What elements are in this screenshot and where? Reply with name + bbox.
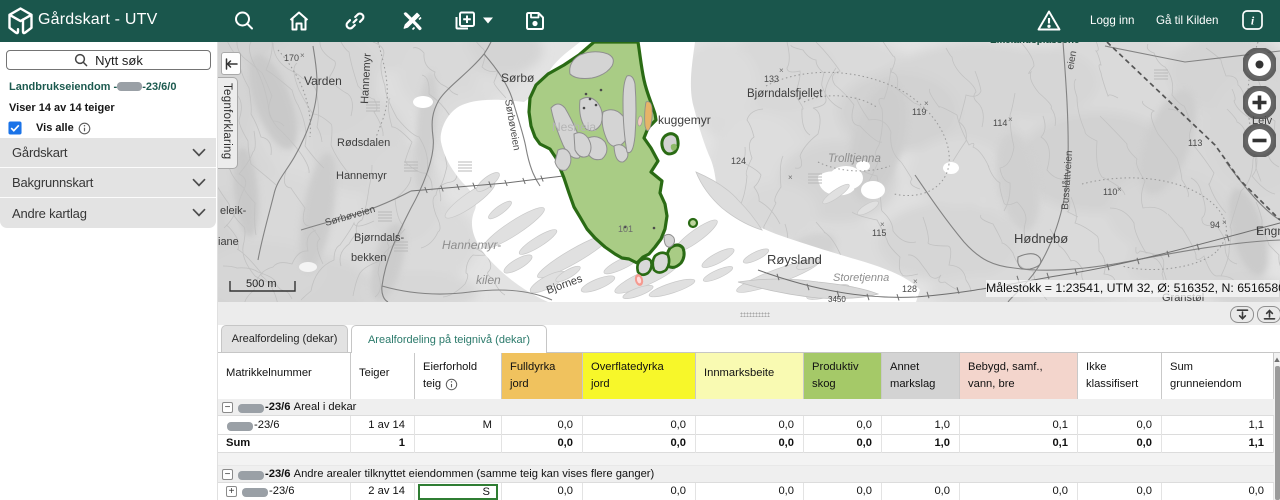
svg-text:Hannemyr-: Hannemyr- <box>442 238 501 252</box>
svg-text:i: i <box>1251 14 1255 28</box>
svg-text:115: 115 <box>872 228 886 238</box>
svg-text:3450: 3450 <box>828 295 846 302</box>
svg-text:×: × <box>1117 185 1122 194</box>
svg-text:×: × <box>924 99 929 108</box>
svg-text:133: 133 <box>764 74 779 84</box>
svg-text:kuggemyr: kuggemyr <box>658 113 711 127</box>
svg-text:Eikelandsplassene: Eikelandsplassene <box>990 42 1080 46</box>
svg-text:×: × <box>880 220 885 229</box>
svg-text:500 m: 500 m <box>246 278 277 290</box>
svg-text:Sørbø: Sørbø <box>501 71 535 85</box>
svg-text:124: 124 <box>731 156 746 166</box>
svg-text:×: × <box>300 51 305 60</box>
svg-text:iane: iane <box>218 236 239 248</box>
svg-text:110: 110 <box>1103 187 1117 197</box>
svg-text:×: × <box>1222 218 1227 227</box>
svg-text:kilen: kilen <box>476 273 501 287</box>
svg-text:Nesheia: Nesheia <box>552 120 596 134</box>
svg-text:119: 119 <box>912 107 926 117</box>
svg-text:Røysland: Røysland <box>767 252 822 267</box>
svg-text:Hannemyr: Hannemyr <box>336 170 387 182</box>
svg-text:Storetjenna: Storetjenna <box>833 272 889 284</box>
svg-text:Rødsdalen: Rødsdalen <box>337 137 390 149</box>
svg-text:Bjørndalsfjellet: Bjørndalsfjellet <box>747 88 823 100</box>
svg-text:170: 170 <box>284 53 299 63</box>
svg-text:Hødnebø: Hødnebø <box>1014 231 1068 246</box>
svg-text:×: × <box>1008 115 1013 124</box>
svg-text:113: 113 <box>1188 138 1202 148</box>
svg-text:bekken: bekken <box>351 252 386 264</box>
svg-text:×: × <box>779 66 784 75</box>
svg-text:Engm: Engm <box>1256 224 1280 238</box>
svg-text:×: × <box>788 173 793 182</box>
svg-text:114: 114 <box>993 118 1007 128</box>
svg-text:101: 101 <box>618 224 633 234</box>
svg-text:Bjørndals-: Bjørndals- <box>354 232 404 244</box>
svg-text:Varden: Varden <box>304 74 342 88</box>
svg-text:×: × <box>913 277 918 286</box>
svg-text:Trolltjenna: Trolltjenna <box>828 153 881 165</box>
svg-text:94: 94 <box>1210 220 1220 230</box>
svg-text:eleik-: eleik- <box>220 205 247 217</box>
